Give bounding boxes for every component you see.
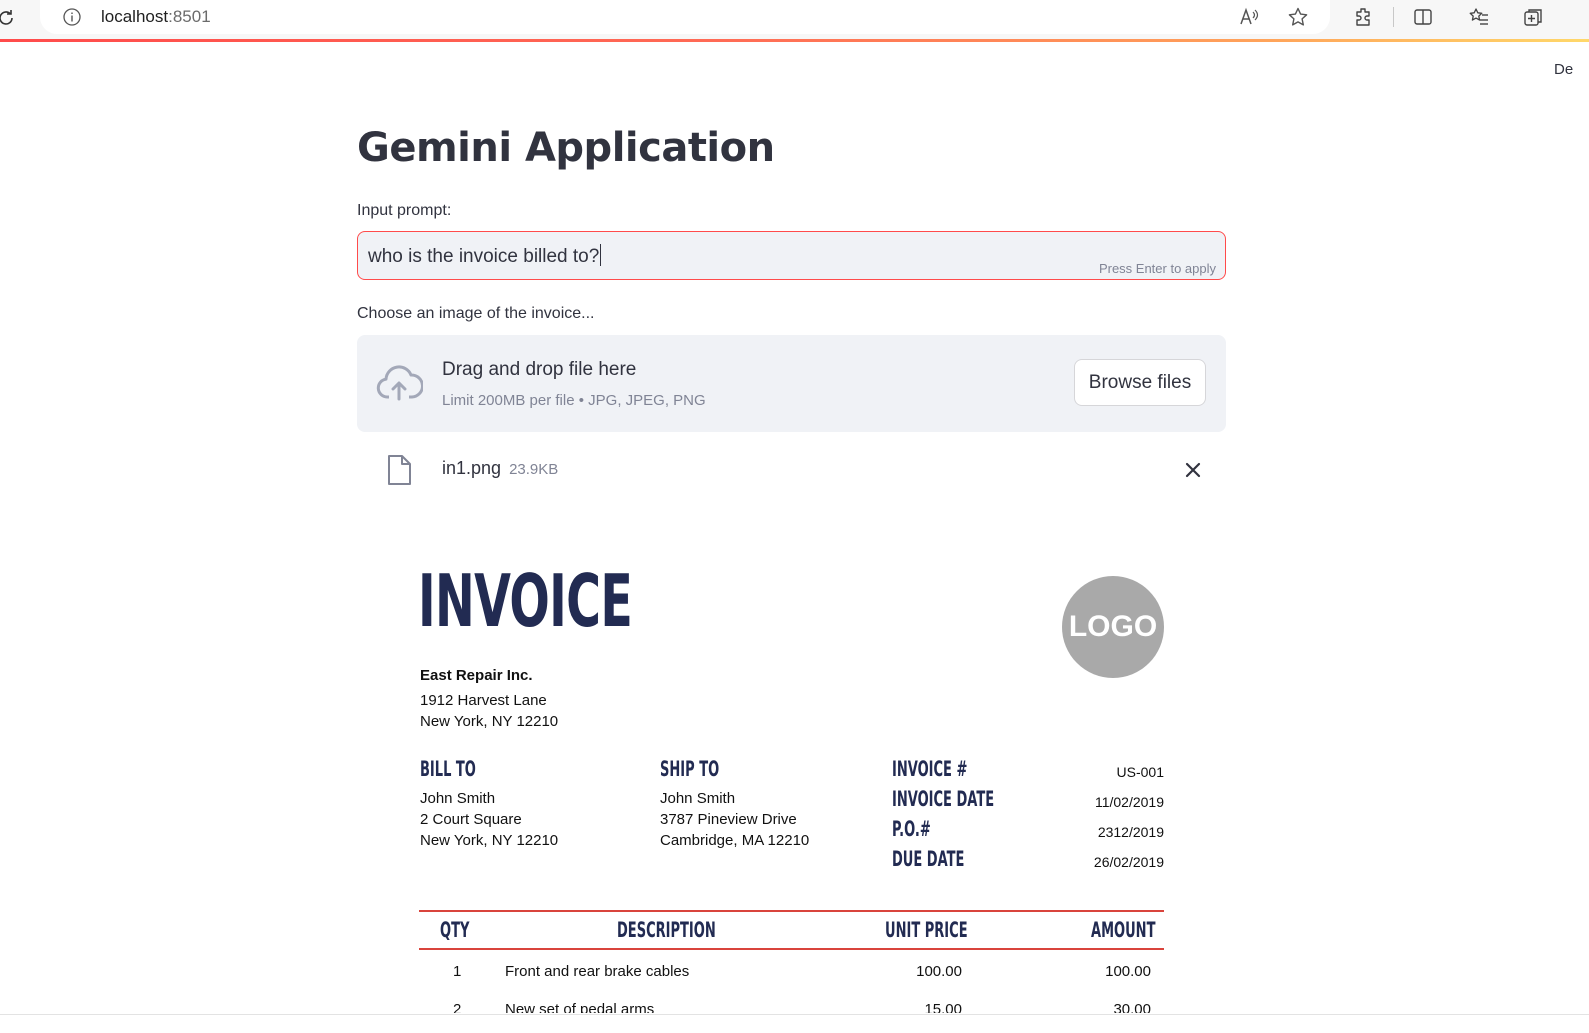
reload-icon[interactable] (0, 8, 16, 28)
invoice-image: INVOICE LOGO East Repair Inc. 1912 Harve… (357, 540, 1226, 1013)
cloud-upload-icon (376, 365, 423, 401)
invoice-number-value: US-001 (1116, 764, 1164, 780)
ship-to-city: Cambridge, MA 12210 (660, 832, 810, 849)
uploaded-file-name: in1.png 23.9KB (442, 458, 559, 478)
row-2-description: New set of pedal arms (505, 1001, 655, 1013)
collections-icon[interactable] (1522, 6, 1544, 28)
bill-to-name: John Smith (420, 790, 496, 807)
po-number-label: P.O.# (892, 817, 931, 841)
browse-files-button[interactable]: Browse files (1074, 359, 1206, 406)
bill-to-street: 2 Court Square (420, 811, 522, 828)
browser-toolbar: localhost:8501 (0, 0, 1589, 40)
favorite-star-icon[interactable] (1287, 6, 1309, 28)
file-icon (388, 455, 411, 485)
toolbar-separator (1393, 7, 1394, 27)
invoice-date-label: INVOICE DATE (892, 787, 995, 811)
read-aloud-icon[interactable] (1238, 6, 1260, 28)
invoice-heading: INVOICE (418, 559, 633, 643)
ship-to-street: 3787 Pineview Drive (660, 811, 797, 828)
due-date-label: DUE DATE (892, 847, 965, 871)
qty-header: QTY (440, 918, 470, 942)
file-dropzone[interactable]: Drag and drop file here Limit 200MB per … (357, 335, 1226, 432)
deploy-button[interactable]: De (1554, 61, 1573, 78)
address-bar[interactable] (40, 0, 1330, 34)
description-header: DESCRIPTION (617, 918, 716, 942)
text-caret (600, 244, 602, 266)
row-1-unit-price: 100.00 (916, 963, 962, 980)
po-number-value: 2312/2019 (1097, 824, 1164, 840)
ship-to-name: John Smith (660, 790, 736, 807)
invoice-number-label: INVOICE # (892, 757, 968, 781)
row-1-amount: 100.00 (1105, 963, 1151, 980)
row-2-unit-price: 15.00 (924, 1001, 962, 1013)
company-city: New York, NY 12210 (420, 713, 559, 730)
page-title: Gemini Application (357, 125, 775, 171)
bill-to-city: New York, NY 12210 (420, 832, 559, 849)
split-screen-icon[interactable] (1412, 6, 1434, 28)
prompt-input[interactable]: who is the invoice billed to? Press Ente… (357, 231, 1226, 280)
close-icon[interactable] (1183, 460, 1203, 480)
dropzone-title: Drag and drop file here (442, 359, 637, 380)
url-text[interactable]: localhost:8501 (101, 7, 211, 27)
bill-to-label: BILL TO (420, 757, 476, 781)
app-loading-bar (0, 39, 1589, 42)
table-top-rule (419, 910, 1164, 912)
viewport-bottom-edge (0, 1014, 1589, 1015)
prompt-input-value: who is the invoice billed to? (368, 244, 602, 267)
site-info-icon[interactable] (62, 7, 82, 27)
invoice-logo: LOGO (1062, 576, 1164, 678)
table-header-rule (419, 948, 1164, 950)
invoice-date-value: 11/02/2019 (1094, 794, 1164, 810)
uploaded-file-row: in1.png 23.9KB (357, 448, 1226, 492)
unit-price-header: UNIT PRICE (885, 918, 968, 942)
due-date-value: 26/02/2019 (1093, 854, 1164, 870)
company-name: East Repair Inc. (420, 667, 533, 684)
extensions-icon[interactable] (1353, 6, 1375, 28)
prompt-label: Input prompt: (357, 202, 452, 219)
ship-to-label: SHIP TO (660, 757, 720, 781)
row-1-qty: 1 (453, 963, 462, 980)
favorites-icon[interactable] (1468, 6, 1490, 28)
row-2-amount: 30.00 (1113, 1001, 1151, 1013)
dropzone-limit: Limit 200MB per file • JPG, JPEG, PNG (442, 392, 706, 409)
company-street: 1912 Harvest Lane (420, 692, 547, 709)
uploader-label: Choose an image of the invoice... (357, 305, 595, 322)
row-2-qty: 2 (453, 1001, 462, 1013)
press-enter-hint: Press Enter to apply (1098, 261, 1216, 276)
row-1-description: Front and rear brake cables (505, 963, 690, 980)
amount-header: AMOUNT (1091, 918, 1156, 942)
uploaded-file-size: 23.9KB (509, 461, 559, 478)
